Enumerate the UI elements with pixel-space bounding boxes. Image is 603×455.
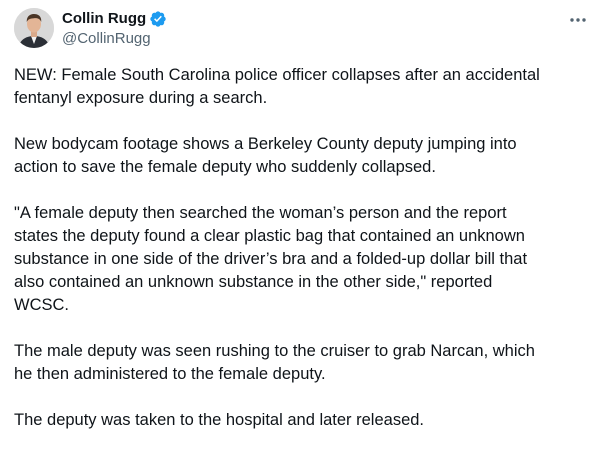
tweet-paragraph: New bodycam footage shows a Berkeley Cou… <box>14 135 517 176</box>
author-names: Collin Rugg @CollinRugg <box>62 9 167 49</box>
tweet-card: Collin Rugg @CollinRugg NEW: Female Sout… <box>0 0 603 452</box>
tweet-text: NEW: Female South Carolina police office… <box>14 64 574 455</box>
verified-badge-icon[interactable] <box>149 10 167 28</box>
tweet-paragraph: "A female deputy then searched the woman… <box>14 204 528 314</box>
tweet-paragraph: The deputy was taken to the hospital and… <box>14 411 425 429</box>
more-options-icon[interactable] <box>567 10 589 30</box>
author-display-name[interactable]: Collin Rugg <box>62 9 146 29</box>
tweet-paragraph: The male deputy was seen rushing to the … <box>14 342 535 383</box>
author-handle[interactable]: @CollinRugg <box>62 29 167 49</box>
avatar[interactable] <box>14 8 54 48</box>
tweet-header: Collin Rugg @CollinRugg <box>14 8 589 52</box>
display-name-row: Collin Rugg <box>62 9 167 29</box>
tweet-paragraph: NEW: Female South Carolina police office… <box>14 66 540 107</box>
